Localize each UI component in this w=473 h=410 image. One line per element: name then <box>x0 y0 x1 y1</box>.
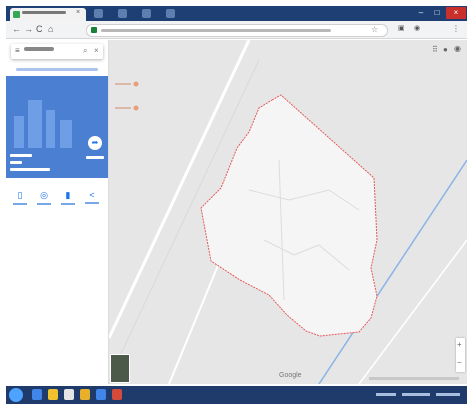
lock-icon <box>91 27 97 33</box>
road-line <box>358 239 467 384</box>
tab-close-button[interactable]: × <box>76 9 80 16</box>
zoom-control: + − <box>456 338 465 372</box>
action-label <box>13 203 27 205</box>
clear-search-icon[interactable]: × <box>94 46 99 55</box>
forward-button[interactable]: → <box>24 24 33 34</box>
poi-label <box>115 83 131 85</box>
map-graphics <box>109 40 467 384</box>
taskbar-app-icon[interactable] <box>64 389 74 400</box>
search-box[interactable]: ≡ ⌕ × <box>11 44 103 59</box>
google-attribution: Google <box>279 372 302 379</box>
poi-marker-icon[interactable] <box>133 105 139 111</box>
new-tab-button[interactable] <box>94 9 103 18</box>
taskbar-app-icon[interactable] <box>80 389 90 400</box>
search-icon[interactable]: ⌕ <box>83 46 87 56</box>
zoom-in-button[interactable]: + <box>457 340 462 349</box>
send-to-phone-icon: ▮ <box>65 190 71 200</box>
place-address <box>10 168 50 171</box>
nearby-icon: ◎ <box>40 190 48 200</box>
apps-icon[interactable]: ⠿ <box>432 45 438 54</box>
nearby-button[interactable]: ◎ <box>34 190 54 205</box>
google-maps-icon <box>13 11 20 18</box>
browser-menu-icon[interactable]: ⋮ <box>452 24 460 34</box>
selected-area-boundary[interactable] <box>200 94 378 337</box>
send-to-phone-button[interactable]: ▮ <box>58 190 78 205</box>
pinned-tab-icon[interactable] <box>118 9 127 18</box>
building-shape <box>46 110 55 148</box>
action-label <box>85 202 99 204</box>
taskbar-app-icon[interactable] <box>112 389 122 400</box>
action-label <box>61 203 75 205</box>
taskbar-app-icon[interactable] <box>96 389 106 400</box>
extension-icon[interactable]: ◉ <box>414 24 420 34</box>
share-button[interactable]: < <box>82 190 102 204</box>
poi-marker-icon[interactable] <box>133 81 139 87</box>
start-button[interactable] <box>9 388 23 402</box>
maximize-button[interactable]: □ <box>430 7 444 19</box>
share-icon: < <box>89 190 95 200</box>
directions-label[interactable] <box>86 156 104 159</box>
tray-clock[interactable] <box>436 393 460 396</box>
pinned-tab-icon[interactable] <box>142 9 151 18</box>
place-panel: ≡ ⌕ × ➦ ▯ ◎ ▮ < <box>6 40 109 384</box>
close-window-button[interactable]: × <box>446 7 466 19</box>
url-text <box>101 29 331 32</box>
browser-tab[interactable]: × <box>10 8 86 21</box>
zoom-out-button[interactable]: − <box>457 358 462 367</box>
tray-language[interactable] <box>402 393 430 396</box>
satellite-layer-toggle[interactable] <box>110 354 130 383</box>
minimize-button[interactable]: – <box>414 7 428 19</box>
bookmark-icon: ▯ <box>17 190 23 200</box>
browser-tab-strip: × – □ × <box>6 6 467 21</box>
map-attribution-bar <box>369 377 459 380</box>
building-shape <box>14 116 24 148</box>
notifications-icon[interactable]: ● <box>443 45 448 54</box>
place-photo[interactable]: ➦ <box>6 76 108 178</box>
pinned-tab-icon[interactable] <box>166 9 175 18</box>
avatar[interactable]: ◉ <box>454 44 461 53</box>
building-shape <box>60 120 72 148</box>
building-shape <box>28 100 42 148</box>
windows-taskbar <box>6 386 467 404</box>
place-type <box>10 161 22 164</box>
tray-icons[interactable] <box>376 393 396 396</box>
bookmark-star-icon[interactable]: ☆ <box>371 25 378 34</box>
reload-button[interactable]: C <box>36 24 43 34</box>
taskbar-app-icon[interactable] <box>32 389 42 400</box>
address-bar[interactable]: ☆ <box>86 24 388 37</box>
place-name <box>10 154 32 157</box>
extension-icon[interactable]: ▣ <box>398 24 405 34</box>
home-button[interactable]: ⌂ <box>48 24 53 34</box>
action-label <box>37 203 51 205</box>
search-suggestion[interactable] <box>16 68 98 71</box>
browser-toolbar: ← → C ⌂ ☆ ▣ ◉ ⋮ <box>6 21 467 39</box>
save-button[interactable]: ▯ <box>10 190 30 205</box>
search-query[interactable] <box>24 47 54 51</box>
poi-label <box>115 107 131 109</box>
taskbar-app-icon[interactable] <box>48 389 58 400</box>
directions-icon[interactable]: ➦ <box>88 136 102 150</box>
menu-icon[interactable]: ≡ <box>15 46 20 55</box>
map-canvas[interactable]: ⠿ ● ◉ + − Google <box>109 40 467 384</box>
tab-title <box>22 10 72 16</box>
back-button[interactable]: ← <box>12 24 21 34</box>
